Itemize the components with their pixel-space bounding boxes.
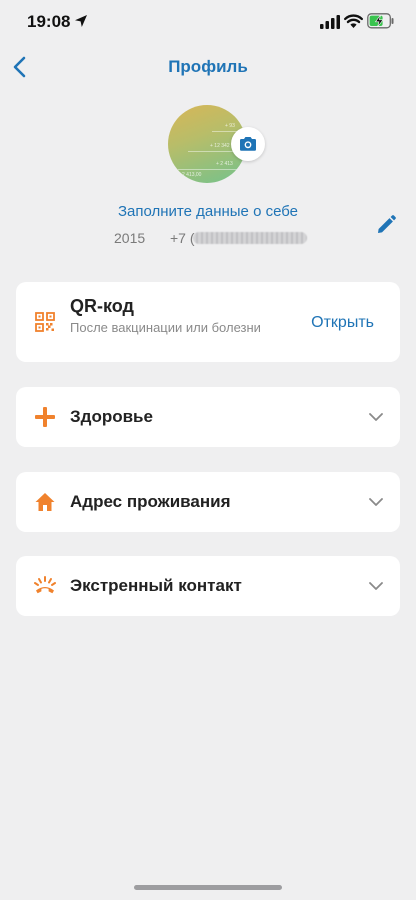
avatar-number: + 2 413 — [216, 161, 233, 167]
emergency-phone-icon — [34, 576, 56, 594]
section-emergency-contact[interactable]: Экстренный контакт — [16, 556, 400, 616]
section-address-label: Адрес проживания — [70, 492, 231, 511]
avatar-number: + 12 342 — [210, 143, 230, 149]
page-title: Профиль — [168, 57, 248, 76]
phone-prefix: +7 ( — [170, 230, 195, 246]
section-health[interactable]: Здоровье — [16, 387, 400, 447]
status-time: 19:08 — [27, 12, 71, 31]
section-health-label: Здоровье — [70, 407, 153, 426]
qr-card-subtitle: После вакцинации или болезни — [70, 320, 261, 335]
qr-code-icon — [35, 312, 55, 332]
open-qr-button[interactable]: Открыть — [311, 314, 374, 332]
chevron-down-icon — [369, 582, 383, 590]
birth-year: 2015 — [114, 230, 146, 246]
status-bar: 19:08 — [0, 0, 416, 46]
plus-icon — [35, 407, 55, 427]
home-indicator[interactable] — [134, 885, 282, 890]
qr-card-title: QR-код — [70, 296, 134, 316]
home-icon — [35, 493, 55, 511]
avatar-number: 2 413,00 — [182, 172, 202, 178]
wifi-icon — [344, 14, 363, 28]
chevron-down-icon — [369, 498, 383, 506]
location-arrow-icon — [75, 15, 87, 27]
signal-icon — [320, 15, 340, 29]
pencil-icon[interactable] — [375, 214, 397, 236]
camera-icon — [240, 137, 256, 151]
fill-profile-link[interactable]: Заполните данные о себе — [0, 203, 416, 220]
section-address[interactable]: Адрес проживания — [16, 472, 400, 532]
profile-screen: 19:08 Профиль + 93 + 12 342 + 2 413 2 41… — [0, 0, 416, 900]
change-photo-button[interactable] — [231, 127, 265, 161]
battery-charging-icon — [367, 13, 394, 29]
section-emergency-label: Экстренный контакт — [70, 576, 242, 595]
avatar-number: + 93 — [225, 123, 235, 129]
phone-hidden — [193, 232, 307, 244]
qr-code-card: QR-код После вакцинации или болезни Откр… — [16, 282, 400, 362]
chevron-down-icon — [369, 413, 383, 421]
